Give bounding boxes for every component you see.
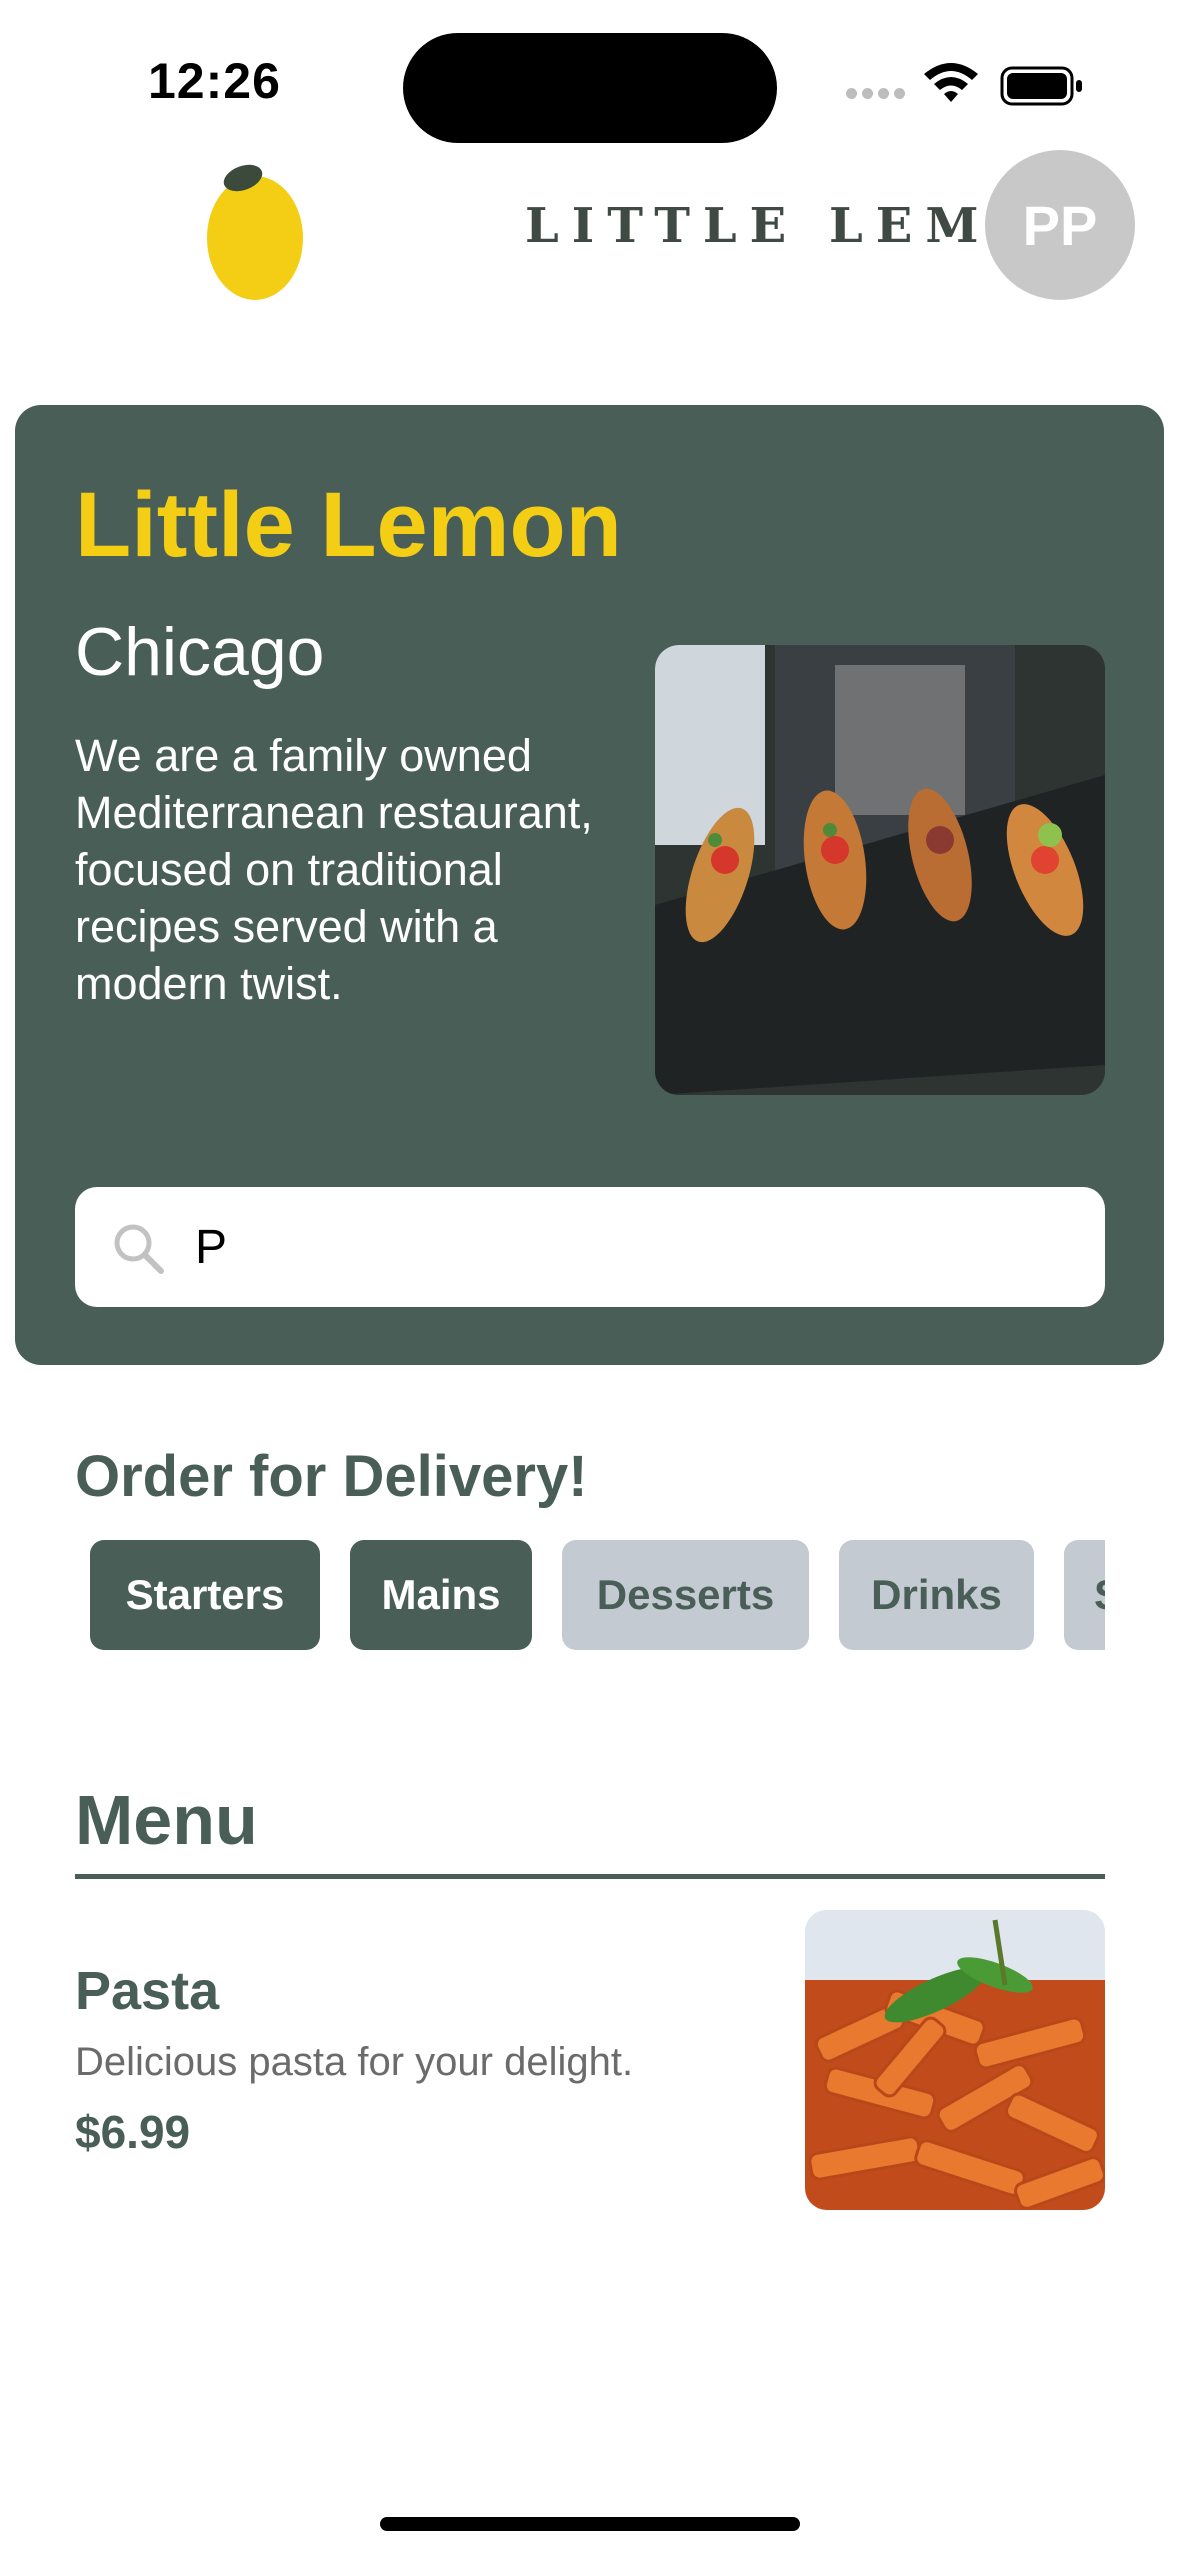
menu-divider [75, 1874, 1105, 1879]
category-chip-desserts[interactable]: Desserts [562, 1540, 809, 1650]
hero-title: Little Lemon [75, 474, 622, 576]
category-chip-drinks[interactable]: Drinks [839, 1540, 1034, 1650]
hero-food-image [655, 645, 1105, 1095]
lemon-logo-icon [207, 164, 303, 300]
battery-icon [1000, 66, 1082, 106]
dish-image [805, 1910, 1105, 2210]
hero-banner: Little Lemon Chicago We are a family own… [15, 405, 1164, 1365]
category-chip-mains[interactable]: Mains [350, 1540, 532, 1650]
dish-name: Pasta [75, 1961, 220, 2021]
menu-title: Menu [75, 1781, 258, 1859]
hero-description: We are a family owned Mediterranean rest… [75, 730, 593, 1009]
order-section-title: Order for Delivery! [75, 1444, 588, 1509]
cellular-signal-icon [846, 88, 906, 102]
little-lemon-logo: LITTLE LEMON [195, 150, 1090, 300]
dynamic-island [403, 33, 777, 143]
hero-city: Chicago [75, 614, 325, 690]
search-input[interactable] [195, 1212, 1075, 1282]
app-header: LITTLE LEMON PP [0, 150, 1179, 310]
profile-avatar[interactable]: PP [985, 150, 1135, 300]
wifi-icon [924, 63, 978, 102]
status-time: 12:26 [148, 53, 281, 109]
dish-description: Delicious pasta for your delight. [75, 2040, 634, 2084]
category-chip-starters[interactable]: Starters [90, 1540, 320, 1650]
home-indicator[interactable] [380, 2517, 800, 2531]
status-bar: 12:26 [0, 0, 1179, 150]
search-box[interactable] [75, 1187, 1105, 1307]
category-chip-specials[interactable]: Specials [1064, 1540, 1105, 1650]
category-chips: Starters Mains Desserts Drinks Specials [75, 1540, 1105, 1655]
search-icon [114, 1224, 164, 1274]
dish-price: $6.99 [75, 2106, 191, 2158]
